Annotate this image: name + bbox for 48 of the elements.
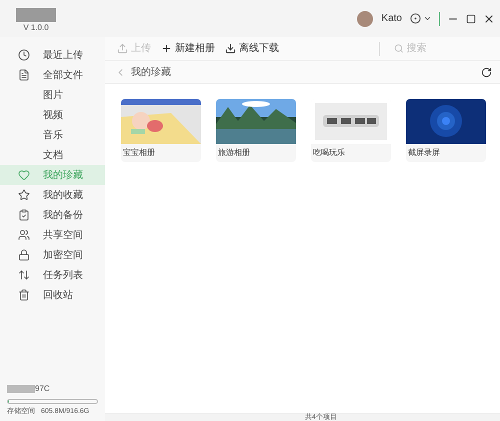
star-icon: [18, 189, 30, 201]
device-thumbnail: [7, 384, 35, 392]
album-card[interactable]: 旅游相册: [216, 99, 296, 162]
album-name: 旅游相册: [217, 147, 251, 159]
sidebar-item[interactable]: 视频: [0, 105, 105, 125]
toolbar-button[interactable]: 离线下载: [225, 41, 279, 56]
close-icon[interactable]: [483, 12, 495, 24]
sort-icon: [18, 269, 30, 281]
toolbar-button[interactable]: 新建相册: [161, 41, 215, 56]
clipboard-check-icon: [18, 209, 30, 221]
sidebar-item[interactable]: 文档: [0, 145, 105, 165]
logo: [16, 8, 56, 22]
sidebar-item[interactable]: 共享空间: [0, 225, 105, 245]
album-name: 宝宝相册: [122, 147, 156, 159]
version-label: V 1.0.0: [23, 22, 49, 34]
avatar[interactable]: [357, 10, 374, 26]
heart-icon: [18, 169, 30, 181]
target-icon[interactable]: [410, 13, 421, 24]
sidebar-item[interactable]: 我的备份: [0, 205, 105, 225]
sidebar-item[interactable]: 音乐: [0, 125, 105, 145]
sidebar-item[interactable]: 回收站: [0, 285, 105, 305]
album-card[interactable]: 截屏录屏: [406, 99, 486, 162]
lock-icon: [18, 249, 30, 261]
users-icon: [18, 229, 30, 241]
trash-icon: [18, 289, 30, 301]
download-icon: [225, 43, 236, 54]
document-icon: [18, 69, 30, 81]
plus-icon: [161, 43, 172, 54]
user-name[interactable]: Kato: [381, 11, 402, 26]
album-name: 吃喝玩乐: [312, 147, 346, 159]
sidebar-item[interactable]: 任务列表: [0, 265, 105, 285]
sidebar-item[interactable]: 加密空间: [0, 245, 105, 265]
album-card[interactable]: 宝宝相册: [121, 99, 201, 162]
sidebar-item[interactable]: 全部文件: [0, 65, 105, 85]
upload-icon: [117, 43, 128, 54]
breadcrumb: 我的珍藏: [131, 66, 171, 80]
sidebar-item[interactable]: 最近上传: [0, 45, 105, 65]
sidebar-item[interactable]: 图片: [0, 85, 105, 105]
clock-icon: [18, 49, 30, 61]
album-name: 截屏录屏: [407, 147, 441, 159]
album-card[interactable]: 吃喝玩乐: [311, 99, 391, 162]
search-icon: [394, 43, 404, 54]
maximize-icon[interactable]: [466, 14, 476, 24]
caret-icon[interactable]: [423, 14, 432, 23]
device-name: 97C: [35, 382, 50, 394]
search-field[interactable]: 搜索: [406, 41, 500, 56]
sidebar-item[interactable]: 我的收藏: [0, 185, 105, 205]
refresh-icon[interactable]: [481, 66, 492, 78]
